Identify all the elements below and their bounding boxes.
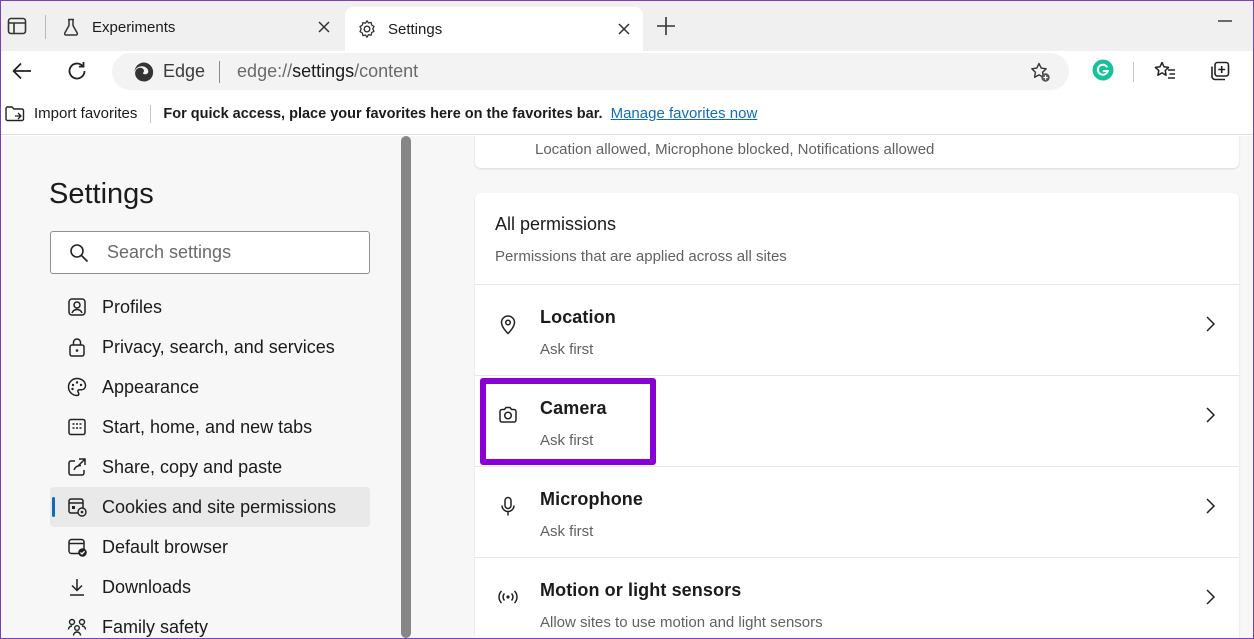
favorites-bar: Import favorites For quick access, place… — [1, 93, 1253, 135]
tab-actions-icon[interactable] — [5, 14, 29, 38]
sidebar-item-downloads[interactable]: Downloads — [50, 567, 370, 607]
share-icon — [66, 456, 88, 478]
toolbar-separator — [1133, 62, 1134, 82]
permission-title: Microphone — [540, 489, 643, 509]
add-favorite-icon[interactable] — [1029, 61, 1051, 83]
browser-icon — [66, 536, 88, 558]
page-title: Settings — [49, 178, 154, 210]
microphone-icon — [497, 495, 519, 517]
all-permissions-card: All permissions Permissions that are app… — [475, 193, 1239, 638]
flask-icon — [61, 17, 81, 37]
permission-row-camera[interactable]: Camera Ask first — [475, 376, 1239, 467]
tab-title: Settings — [388, 20, 443, 38]
settings-page: Settings Profiles Privacy, search, and s… — [1, 136, 1253, 638]
location-pin-icon — [497, 313, 519, 335]
tab-experiments[interactable]: Experiments — [53, 7, 343, 47]
close-icon[interactable] — [315, 18, 333, 36]
permission-status: Ask first — [540, 523, 594, 540]
permission-row-microphone[interactable]: Microphone Ask first — [475, 467, 1239, 558]
tab-settings[interactable]: Settings — [345, 7, 643, 51]
section-heading: All permissions — [495, 214, 617, 234]
section-description: Permissions that are applied across all … — [495, 248, 787, 265]
tab-separator — [45, 15, 46, 39]
refresh-icon[interactable] — [63, 57, 91, 85]
sidebar-item-appearance[interactable]: Appearance — [50, 367, 370, 407]
folder-import-icon — [4, 104, 26, 124]
tab-title: Experiments — [92, 18, 176, 36]
sidebar-item-label: Appearance — [102, 376, 200, 397]
sensors-icon — [497, 586, 519, 608]
minimize-icon[interactable] — [1218, 20, 1232, 22]
permission-status: Ask first — [540, 432, 594, 449]
search-settings-box[interactable] — [50, 231, 370, 274]
permission-row-location[interactable]: Location Ask first — [475, 285, 1239, 376]
sidebar-item-default-browser[interactable]: Default browser — [50, 527, 370, 567]
cookies-icon — [66, 496, 88, 518]
site-name: Edge — [163, 61, 206, 81]
permission-row-motion-sensors[interactable]: Motion or light sensors Allow sites to u… — [475, 558, 1239, 638]
home-tabs-icon — [66, 416, 88, 438]
favorites-separator — [150, 104, 152, 123]
edge-logo-icon — [133, 61, 155, 83]
camera-icon — [497, 404, 519, 426]
address-bar[interactable]: Edge edge://settings/content — [112, 53, 1069, 90]
permission-status: Ask first — [540, 341, 594, 358]
permission-title: Location — [540, 307, 616, 327]
sidebar-item-label: Downloads — [102, 576, 192, 597]
sidebar-item-label: Default browser — [102, 536, 229, 557]
permission-title: Camera — [540, 398, 607, 418]
toolbar: Edge edge://settings/content — [1, 51, 1253, 93]
family-icon — [66, 616, 88, 638]
all-permissions-header: All permissions Permissions that are app… — [475, 193, 1239, 285]
search-input[interactable] — [107, 242, 347, 263]
recent-activity-summary: Location allowed, Microphone blocked, No… — [535, 141, 935, 158]
permission-title: Motion or light sensors — [540, 580, 742, 600]
sidebar-item-share-copy-paste[interactable]: Share, copy and paste — [50, 447, 370, 487]
download-icon — [66, 576, 88, 598]
lock-icon — [66, 336, 88, 358]
chevron-right-icon — [1203, 588, 1217, 606]
sidebar-item-profiles[interactable]: Profiles — [50, 287, 370, 327]
settings-sidebar: Settings Profiles Privacy, search, and s… — [1, 136, 399, 638]
gear-icon — [357, 19, 377, 39]
sidebar-item-label: Privacy, search, and services — [102, 336, 335, 357]
sidebar-scrollbar-thumb[interactable] — [401, 136, 411, 638]
grammarly-icon[interactable] — [1092, 59, 1114, 81]
sidebar-item-label: Start, home, and new tabs — [102, 416, 313, 437]
palette-icon — [66, 376, 88, 398]
manage-favorites-link[interactable]: Manage favorites now — [611, 105, 758, 122]
permission-status: Allow sites to use motion and light sens… — [540, 614, 823, 631]
import-favorites-label: Import favorites — [34, 105, 138, 122]
chevron-right-icon — [1203, 497, 1217, 515]
sidebar-item-privacy[interactable]: Privacy, search, and services — [50, 327, 370, 367]
back-icon[interactable] — [8, 57, 36, 85]
profile-icon — [66, 296, 88, 318]
favorites-icon[interactable] — [1151, 57, 1179, 85]
search-icon — [69, 243, 89, 263]
tab-strip: Experiments Settings — [1, 1, 1253, 51]
sidebar-item-label: Profiles — [102, 296, 163, 317]
close-icon[interactable] — [615, 20, 633, 38]
address-separator — [219, 60, 221, 83]
url-text[interactable]: edge://settings/content — [237, 61, 418, 82]
sidebar-item-cookies-permissions[interactable]: Cookies and site permissions — [50, 487, 370, 527]
sidebar-item-label: Cookies and site permissions — [102, 496, 337, 517]
import-favorites-button[interactable]: Import favorites — [4, 104, 137, 124]
settings-nav: Profiles Privacy, search, and services A… — [50, 287, 370, 638]
favorites-bar-message: For quick access, place your favorites h… — [163, 105, 603, 122]
chevron-right-icon — [1203, 406, 1217, 424]
sidebar-item-label: Family safety — [102, 616, 209, 637]
sidebar-item-family-safety[interactable]: Family safety — [50, 607, 370, 638]
sidebar-item-start-home-tabs[interactable]: Start, home, and new tabs — [50, 407, 370, 447]
site-permissions-card: Location allowed, Microphone blocked, No… — [475, 136, 1239, 168]
sidebar-item-label: Share, copy and paste — [102, 456, 283, 477]
collections-icon[interactable] — [1206, 57, 1234, 85]
chevron-right-icon — [1203, 315, 1217, 333]
new-tab-icon[interactable] — [655, 15, 677, 37]
